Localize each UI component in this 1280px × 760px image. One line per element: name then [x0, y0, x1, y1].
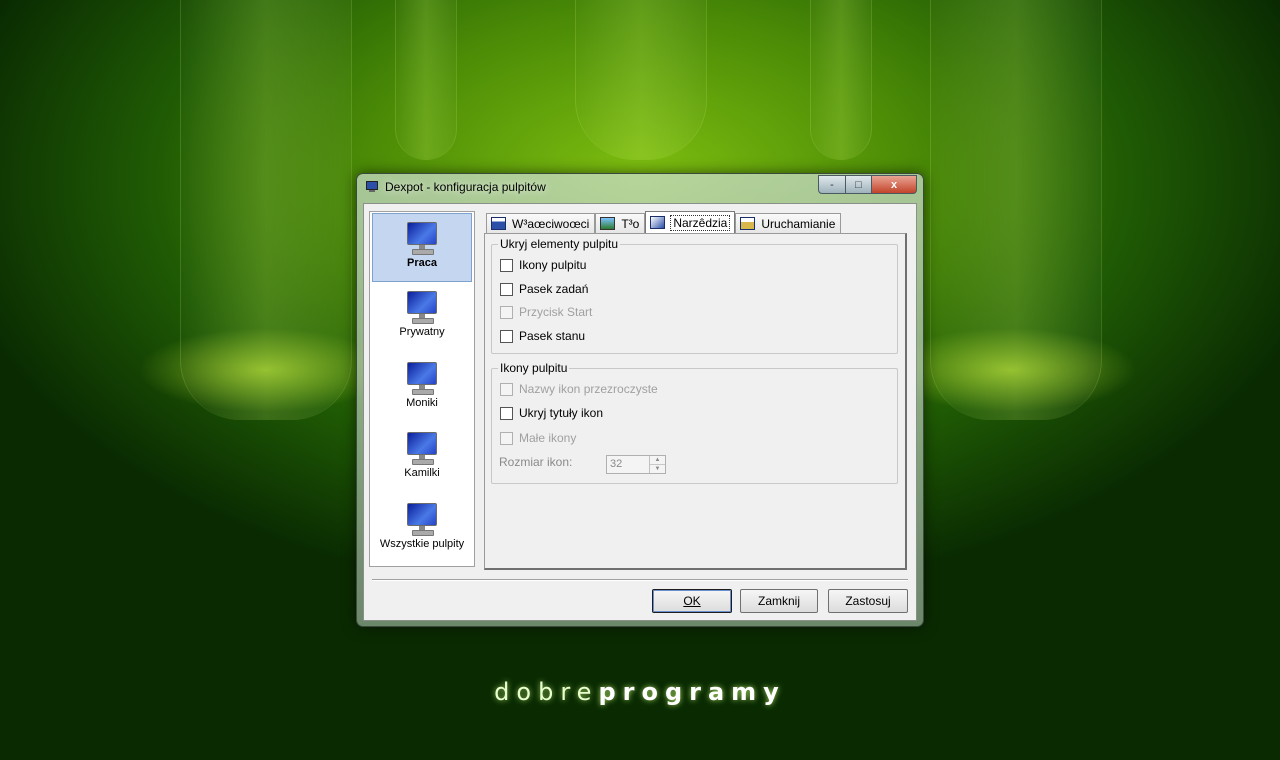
sidebar-item-kamilki[interactable]: Kamilki — [372, 424, 472, 491]
wallpaper-brand: dobreprogramy — [494, 678, 786, 706]
checkbox-box — [500, 305, 513, 319]
icon-size-spinner: 32 ▲ ▼ — [606, 455, 666, 474]
checkbox-pasek-zadan[interactable]: Pasek zadań — [500, 282, 588, 296]
monitor-icon — [407, 222, 437, 256]
properties-icon — [491, 217, 506, 230]
hide-elements-group: Ukryj elementy pulpitu Ikony pulpitu Pas… — [491, 237, 898, 354]
icon-size-value: 32 — [610, 458, 623, 470]
apply-button[interactable]: Zastosuj — [828, 589, 908, 613]
checkbox-ukryj-tytuly-ikon[interactable]: Ukryj tytuły ikon — [500, 406, 603, 420]
background-pillar — [575, 0, 707, 160]
sidebar-item-prywatny[interactable]: Prywatny — [372, 283, 472, 350]
checkbox-pasek-stanu[interactable]: Pasek stanu — [500, 329, 585, 343]
tab-label: W³aœciwoœci — [512, 216, 590, 231]
tab-properties[interactable]: W³aœciwoœci — [486, 213, 596, 233]
checkbox-label: Małe ikony — [519, 431, 577, 445]
background-pillar — [180, 0, 352, 420]
checkbox-box[interactable] — [500, 329, 513, 343]
background-pillar — [395, 0, 457, 160]
config-dialog: Dexpot - konfiguracja pulpitów - □ x Pra… — [356, 173, 924, 627]
sidebar-item-label: Praca — [407, 257, 437, 269]
title-bar[interactable]: Dexpot - konfiguracja pulpitów - □ x — [357, 174, 923, 201]
sidebar-item-label: Wszystkie pulpity — [379, 538, 465, 550]
tab-strip: W³aœciwoœci T³o Narzêdzia Uruchamianie — [486, 211, 842, 233]
monitor-icon — [407, 503, 437, 537]
tab-startup[interactable]: Uruchamianie — [735, 213, 842, 233]
checkbox-male-ikony: Małe ikony — [500, 431, 576, 445]
tab-label: Uruchamianie — [761, 216, 836, 231]
monitor-icon — [407, 362, 437, 396]
background-pillar — [930, 0, 1102, 420]
spinner-up-icon: ▲ — [650, 456, 665, 465]
background-pillar — [810, 0, 872, 160]
maximize-button[interactable]: □ — [846, 175, 872, 194]
tab-tools[interactable]: Narzêdzia — [645, 211, 736, 233]
checkbox-box — [500, 431, 513, 445]
checkbox-przycisk-start: Przycisk Start — [500, 305, 592, 319]
group-title: Ikony pulpitu — [498, 361, 570, 375]
window-controls: - □ x — [818, 175, 917, 194]
tab-label: T³o — [621, 216, 640, 231]
checkbox-box[interactable] — [500, 258, 513, 272]
window-title: Dexpot - konfiguracja pulpitów — [385, 180, 546, 194]
close-dialog-button[interactable]: Zamknij — [740, 589, 818, 613]
sidebar-item-praca[interactable]: Praca — [372, 213, 472, 282]
checkbox-label: Nazwy ikon przezroczyste — [519, 382, 658, 396]
checkbox-box[interactable] — [500, 282, 513, 296]
checkbox-box[interactable] — [500, 406, 513, 420]
checkbox-label: Ikony pulpitu — [519, 258, 587, 272]
divider — [372, 579, 908, 581]
icon-size-label: Rozmiar ikon: — [499, 455, 573, 469]
sidebar-item-label: Moniki — [406, 397, 438, 409]
sidebar-item-wszystkie-pulpity[interactable]: Wszystkie pulpity — [372, 495, 472, 562]
checkbox-ikony-pulpitu[interactable]: Ikony pulpitu — [500, 258, 586, 272]
close-button[interactable]: x — [872, 175, 917, 194]
dialog-client-area: Praca Prywatny Moniki Kamilki Wszystkie … — [363, 203, 917, 621]
tab-label: Narzêdzia — [670, 214, 731, 231]
checkbox-box — [500, 382, 513, 396]
spinner-arrows: ▲ ▼ — [649, 456, 665, 473]
image-icon — [600, 217, 616, 230]
tab-background[interactable]: T³o — [595, 213, 646, 233]
group-title: Ukryj elementy pulpitu — [498, 237, 621, 251]
checkbox-label: Pasek zadań — [519, 282, 589, 296]
monitor-icon — [407, 291, 437, 325]
dexpot-app-icon — [366, 181, 378, 192]
tools-icon — [650, 216, 666, 229]
tools-tab-panel: Ukryj elementy pulpitu Ikony pulpitu Pas… — [484, 233, 907, 570]
sidebar-item-label: Prywatny — [399, 326, 445, 338]
spinner-down-icon: ▼ — [654, 466, 661, 472]
ok-button[interactable]: OK — [652, 589, 732, 613]
run-icon — [740, 217, 756, 230]
monitor-icon — [407, 432, 437, 466]
checkbox-label: Przycisk Start — [519, 305, 593, 319]
desktop-list: Praca Prywatny Moniki Kamilki Wszystkie … — [369, 211, 475, 567]
minimize-button[interactable]: - — [818, 175, 846, 194]
checkbox-label: Pasek stanu — [519, 329, 586, 343]
checkbox-label: Ukryj tytuły ikon — [519, 406, 604, 420]
sidebar-item-moniki[interactable]: Moniki — [372, 354, 472, 421]
sidebar-item-label: Kamilki — [404, 467, 440, 479]
desktop-icons-group: Ikony pulpitu Nazwy ikon przezroczyste U… — [491, 361, 898, 484]
checkbox-nazwy-ikon-przezroczyste: Nazwy ikon przezroczyste — [500, 382, 658, 396]
